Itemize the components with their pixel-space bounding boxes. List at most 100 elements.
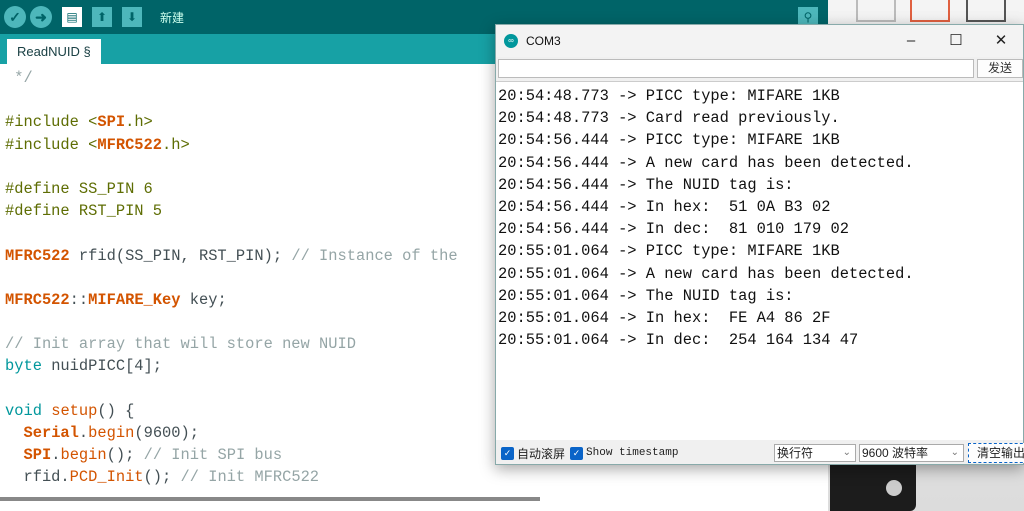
code-token: // Init MFRC522 [180, 468, 320, 487]
code-token: (); [106, 446, 144, 465]
maximize-button[interactable]: ☐ [933, 29, 979, 53]
line-ending-select[interactable]: 换行符 ⌄ [774, 444, 856, 462]
code-token: MFRC522 [5, 246, 70, 265]
code-token: */ [5, 69, 33, 87]
check-icon: ✓ [9, 8, 21, 25]
code-token: rfid. [5, 468, 70, 487]
chevron-down-icon: ⌄ [950, 447, 959, 458]
baud-rate-value: 9600 波特率 [862, 446, 929, 460]
timestamp-checkbox[interactable]: ✓ [570, 446, 584, 460]
code-token: begin [88, 424, 135, 442]
code-token: MIFARE_Key [88, 290, 181, 309]
title-bar: ∞ COM3 – ☐ ✕ [496, 25, 1023, 57]
output-line: 20:54:48.773 -> Card read previously. [498, 109, 840, 128]
code-line: MFRC522 rfid(SS_PIN, RST_PIN); // Instan… [5, 245, 458, 267]
clear-output-button[interactable]: 清空输出 [968, 443, 1024, 463]
tab-readnuid[interactable]: ReadNUID § [7, 39, 101, 64]
code-token: void [5, 401, 42, 420]
minimize-button[interactable]: – [888, 29, 934, 53]
code-token: #define SS_PIN 6 [5, 179, 153, 198]
code-line: #include <SPI.h> [5, 111, 458, 133]
code-token: byte [5, 357, 42, 376]
output-line: 20:54:56.444 -> The NUID tag is: [498, 175, 794, 194]
code-token: :: [69, 290, 89, 309]
code-token: // Instance of the [291, 246, 458, 265]
background-app-icon [910, 0, 950, 22]
code-token: SPI [97, 113, 126, 132]
background-object [830, 462, 916, 511]
code-token: .h> [162, 135, 190, 154]
verify-button[interactable]: ✓ [4, 6, 26, 28]
code-token: MFRC522 [5, 290, 70, 309]
background-app-icon [856, 0, 896, 22]
code-token: nuidPICC[4]; [41, 357, 163, 376]
arrow-right-icon: ➜ [35, 8, 47, 25]
code-line: #define RST_PIN 5 [5, 200, 458, 222]
serial-monitor-window: ∞ COM3 – ☐ ✕ 发送 20:54:48.773 -> PICC typ… [495, 24, 1024, 465]
output-line: 20:55:01.064 -> In dec: 254 164 134 47 [498, 331, 859, 350]
code-editor[interactable]: */#include <SPI.h> #include <MFRC522.h> #d… [5, 67, 458, 489]
code-token: #include < [5, 135, 98, 154]
autoscroll-label: 自动滚屏 [517, 446, 566, 461]
upload-button[interactable]: ➜ [30, 6, 52, 28]
serial-output: 20:54:48.773 -> PICC type: MIFARE 1KB 20:… [496, 81, 1023, 440]
arduino-icon: ∞ [504, 34, 518, 48]
output-line: 20:54:56.444 -> In hex: 51 0A B3 02 [498, 198, 831, 217]
code-token: setup [51, 401, 98, 420]
code-token: #define RST_PIN 5 [5, 202, 163, 221]
output-line: 20:55:01.064 -> PICC type: MIFARE 1KB [498, 242, 840, 261]
output-line: 20:54:56.444 -> A new card has been dete… [498, 153, 914, 172]
arrow-up-icon: ⬆ [96, 10, 108, 24]
code-line: #define SS_PIN 6 [5, 178, 458, 200]
code-line: */ [5, 67, 458, 89]
code-token: // Init array that will store new NUID [5, 335, 356, 354]
arrow-down-icon: ⬇ [126, 10, 138, 24]
code-token: () { [97, 401, 135, 420]
code-token: MFRC522 [97, 135, 163, 154]
code-line: byte nuidPICC[4]; [5, 355, 458, 377]
new-button[interactable]: ▤ [62, 7, 82, 27]
send-button[interactable]: 发送 [977, 59, 1023, 78]
code-line: void setup() { [5, 400, 458, 422]
code-token: SPI [23, 446, 52, 465]
code-token: begin [60, 446, 107, 465]
output-line: 20:54:48.773 -> PICC type: MIFARE 1KB [498, 87, 840, 105]
code-token: key; [180, 290, 227, 309]
magnifier-icon: ⚲ [803, 10, 813, 24]
output-line: 20:55:01.064 -> The NUID tag is: [498, 286, 794, 305]
code-token: rfid(SS_PIN, RST_PIN); [69, 246, 292, 265]
code-token: // Init SPI bus [143, 446, 283, 465]
chevron-down-icon: ⌄ [842, 447, 851, 458]
code-token: (); [143, 468, 181, 487]
open-button[interactable]: ⬆ [92, 7, 112, 27]
toolbar-hint: 新建 [160, 10, 185, 25]
save-button[interactable]: ⬇ [122, 7, 142, 27]
window-title: COM3 [526, 34, 561, 48]
code-line: rfid.PCD_Init(); // Init MFRC522 [5, 466, 458, 488]
send-input[interactable] [498, 59, 974, 78]
output-line: 20:55:01.064 -> In hex: FE A4 86 2F [498, 309, 831, 328]
horizontal-scrollbar[interactable] [0, 497, 540, 501]
code-line: SPI.begin(); // Init SPI bus [5, 444, 458, 466]
code-line: // Init array that will store new NUID [5, 333, 458, 355]
bottom-bar: ✓ 自动滚屏 ✓ Show timestamp 换行符 ⌄ 9600 波特率 ⌄ 清… [496, 441, 1024, 465]
code-line: #include <MFRC522.h> [5, 134, 458, 156]
output-line: 20:55:01.064 -> A new card has been dete… [498, 264, 914, 283]
code-token: PCD_Init [69, 468, 144, 487]
background-app-icon [966, 0, 1006, 22]
code-line: MFRC522::MIFARE_Key key; [5, 289, 458, 311]
code-token: . [78, 424, 89, 442]
code-token: Serial [23, 424, 79, 442]
close-button[interactable]: ✕ [978, 29, 1024, 53]
autoscroll-checkbox[interactable]: ✓ [501, 446, 514, 460]
code-token: #include < [5, 113, 98, 132]
baud-rate-select[interactable]: 9600 波特率 ⌄ [859, 444, 964, 462]
output-line: 20:54:56.444 -> In dec: 81 010 179 02 [498, 220, 849, 239]
